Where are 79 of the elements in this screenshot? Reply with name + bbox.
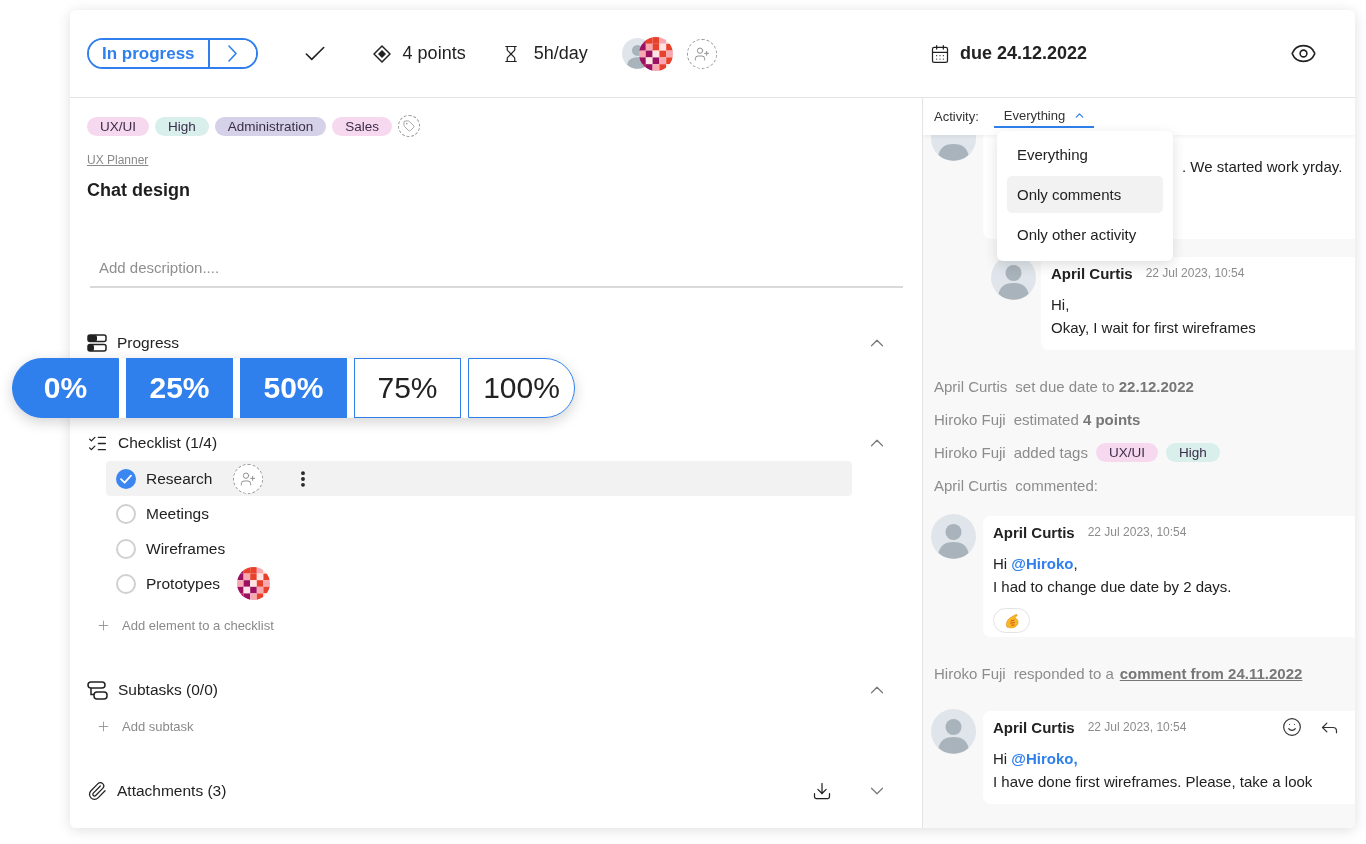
reaction-button[interactable]: [993, 608, 1030, 633]
progress-option[interactable]: 0%: [12, 358, 119, 418]
paperclip-icon: [87, 781, 107, 801]
checklist-row-highlight[interactable]: Research: [106, 461, 852, 496]
mention-link[interactable]: @Hiroko,: [1011, 750, 1078, 767]
comment-text: . We started work yrday.: [1182, 158, 1343, 175]
emoji-icon: [1003, 612, 1020, 629]
add-checklist-item-link[interactable]: Add element to a checklist: [122, 617, 274, 633]
diamond-icon: [372, 44, 391, 63]
project-link[interactable]: UX Planner: [87, 153, 149, 167]
download-icon[interactable]: [812, 781, 832, 801]
checklist-label: Prototypes: [146, 574, 221, 593]
checkbox[interactable]: [116, 573, 136, 594]
comment-text: I have done first wireframes. Please, take a look: [993, 772, 1314, 792]
pixelated-avatar: [237, 567, 271, 600]
progress-option[interactable]: 25%: [126, 358, 233, 418]
checkbox[interactable]: [116, 503, 136, 524]
avatar-placeholder: [931, 514, 976, 559]
tag: High: [1165, 442, 1220, 462]
stacked-bars-icon: [87, 334, 107, 352]
section-title: Attachments (3): [117, 782, 227, 800]
menu-item[interactable]: Only comments: [1007, 176, 1163, 213]
checklist-label: Meetings: [146, 504, 209, 523]
calendar-icon: [930, 43, 950, 64]
mention-link[interactable]: @Hiroko: [1011, 555, 1074, 572]
comment-text: Hi @Hiroko,: [993, 749, 1079, 769]
points-label: 4 points: [402, 43, 466, 64]
checklist-label: Research: [146, 469, 213, 488]
subtasks-icon: [87, 680, 108, 700]
activity-text: responded to a: [1013, 664, 1114, 682]
activity-text: commented:: [1015, 476, 1098, 494]
comment-text: I had to change due date by 2 days.: [993, 577, 1233, 597]
activity-text: added tags: [1013, 443, 1088, 461]
add-tag-icon[interactable]: [398, 115, 421, 137]
avatar-placeholder: [931, 135, 976, 161]
comment-link[interactable]: comment from 24.11.2022: [1119, 664, 1303, 682]
comment-text: Hi,: [1051, 295, 1071, 315]
comment-author: April Curtis: [1051, 264, 1133, 282]
tag[interactable]: UX/UI: [87, 116, 149, 136]
section-title: Progress: [117, 334, 180, 352]
checkbox[interactable]: [116, 538, 136, 559]
checklist-label: Wireframes: [146, 539, 226, 558]
tag[interactable]: High: [155, 116, 209, 136]
time-label: 5h/day: [533, 43, 588, 64]
checkbox[interactable]: [116, 468, 136, 489]
add-subtask-link[interactable]: Add subtask: [122, 718, 194, 734]
activity-actor: April Curtis: [934, 476, 1008, 494]
task-title: Chat design: [87, 180, 191, 200]
tag: UX/UI: [1095, 442, 1158, 462]
progress-option[interactable]: 100%: [468, 358, 575, 418]
smiley-icon[interactable]: [1282, 717, 1302, 737]
activity-text: set due date to 22.12.2022: [1015, 377, 1194, 395]
progress-option[interactable]: 75%: [354, 358, 461, 418]
pixelated-avatar: [638, 36, 673, 71]
plus-icon[interactable]: [96, 718, 111, 734]
comment-author: April Curtis: [993, 523, 1075, 541]
comment-time: 22 Jul 2023, 10:54: [1087, 525, 1187, 539]
progress-option[interactable]: 50%: [240, 358, 347, 418]
comment-time: 22 Jul 2023, 10:54: [1087, 720, 1187, 734]
chevron-right-icon: [228, 45, 238, 62]
section-title: Subtasks (0/0): [118, 681, 218, 699]
due-date: due 24.12.2022: [960, 43, 1088, 64]
add-user-icon[interactable]: [233, 463, 264, 494]
comment-time: 22 Jul 2023, 10:54: [1145, 266, 1245, 280]
comment-author: April Curtis: [993, 718, 1075, 736]
status-button[interactable]: In progress: [89, 40, 210, 67]
avatar-placeholder: [931, 709, 976, 754]
activity-text: estimated 4 points: [1013, 410, 1141, 428]
comment-text: Okay, I wait for first wireframes: [1051, 318, 1257, 338]
activity-actor: Hiroko Fuji: [934, 443, 1006, 461]
plus-icon[interactable]: [96, 617, 111, 633]
section-title: Checklist (1/4): [118, 434, 218, 452]
activity-actor: Hiroko Fuji: [934, 410, 1006, 428]
activity-actor: April Curtis: [934, 377, 1008, 395]
activity-label: Activity:: [934, 109, 979, 124]
tag[interactable]: Administration: [214, 116, 327, 136]
comment-text: Hi @Hiroko,: [993, 554, 1079, 574]
tag[interactable]: Sales: [332, 116, 393, 136]
activity-actor: Hiroko Fuji: [934, 664, 1006, 682]
